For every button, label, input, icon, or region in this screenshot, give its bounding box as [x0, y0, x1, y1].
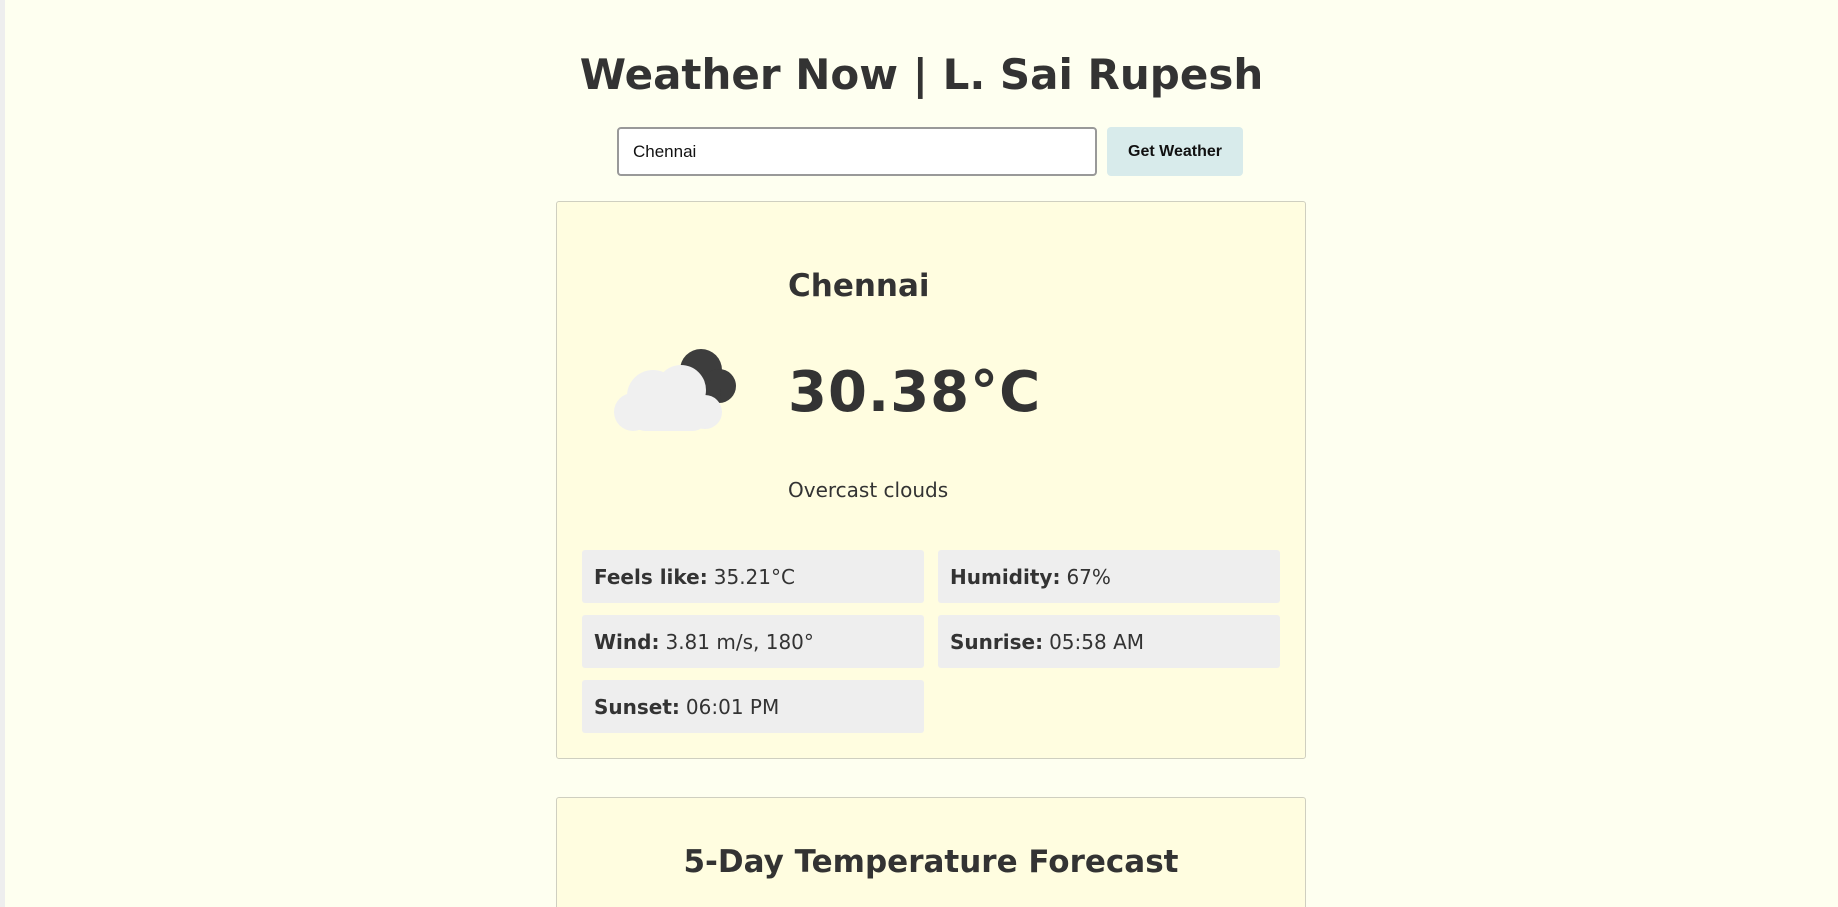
detail-label: Wind: [594, 629, 660, 654]
temperature: 30.38°C [788, 360, 1042, 425]
app-title: Weather Now | L. Sai Rupesh [579, 50, 1264, 99]
city-input[interactable] [617, 127, 1097, 176]
detail-sunrise: Sunrise: 05:58 AM [938, 615, 1280, 668]
detail-label: Sunrise: [950, 629, 1044, 654]
page: Weather Now | L. Sai Rupesh Get Weather … [0, 0, 1838, 907]
forecast-title: 5-Day Temperature Forecast [683, 844, 1179, 880]
detail-humidity: Humidity: 67% [938, 550, 1280, 603]
get-weather-button[interactable]: Get Weather [1107, 127, 1243, 176]
detail-label: Sunset: [594, 694, 680, 719]
detail-value: 06:01 PM [685, 694, 780, 719]
current-weather-card: Chennai 30.38°C Overcast clouds Feels li… [556, 201, 1306, 759]
overcast-clouds-icon [614, 349, 736, 431]
weather-description: Overcast clouds [788, 478, 949, 502]
detail-wind: Wind: 3.81 m/s, 180° [582, 615, 924, 668]
detail-label: Humidity: [950, 564, 1061, 589]
city-name: Chennai [788, 268, 930, 304]
detail-value: 35.21°C [713, 564, 795, 589]
forecast-card: 5-Day Temperature Forecast [556, 797, 1306, 907]
detail-value: 3.81 m/s, 180° [665, 629, 814, 654]
weather-details: Feels like: 35.21°C Humidity: 67% Wind: … [582, 550, 1280, 733]
detail-value: 05:58 AM [1049, 629, 1145, 654]
search-bar: Get Weather [617, 127, 1243, 176]
detail-label: Feels like: [594, 564, 708, 589]
detail-feels-like: Feels like: 35.21°C [582, 550, 924, 603]
detail-sunset: Sunset: 06:01 PM [582, 680, 924, 733]
detail-value: 67% [1066, 564, 1111, 589]
